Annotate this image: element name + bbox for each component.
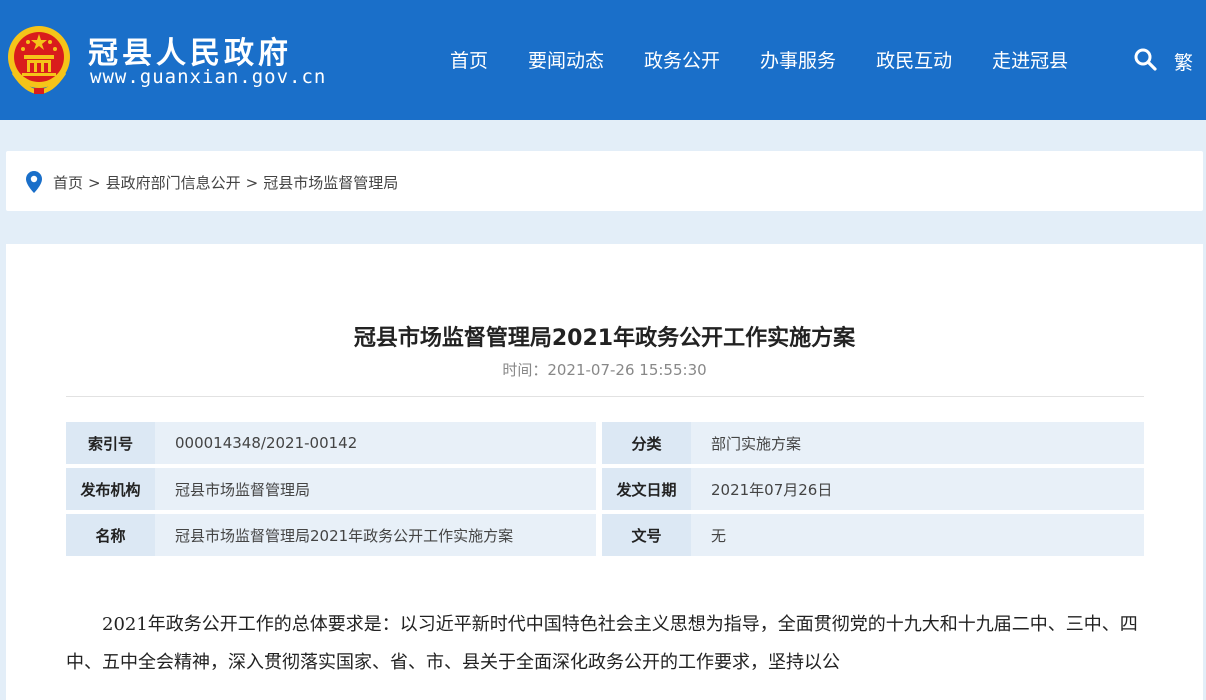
article-panel: 冠县市场监督管理局2021年政务公开工作实施方案 时间：2021-07-26 1… [6,244,1203,700]
category-label: 分类 [602,422,691,464]
breadcrumb-dept-info[interactable]: 县政府部门信息公开 [106,172,241,193]
nav-item-services[interactable]: 办事服务 [760,46,836,73]
nav-item-news[interactable]: 要闻动态 [528,46,604,73]
article-body: 2021年政务公开工作的总体要求是：以习近平新时代中国特色社会主义思想为指导，全… [66,614,1138,673]
nav-item-home[interactable]: 首页 [450,46,488,73]
main-nav: 首页 要闻动态 政务公开 办事服务 政民互动 走进冠县 [430,46,1088,73]
issue-date-label: 发文日期 [602,468,691,510]
time-label: 时间： [502,361,548,379]
nav-item-gov-affairs[interactable]: 政务公开 [644,46,720,73]
table-row: 发布机构 冠县市场监督管理局 发文日期 2021年07月26日 [66,468,1144,510]
name-value: 冠县市场监督管理局2021年政务公开工作实施方案 [155,514,596,556]
index-label: 索引号 [66,422,155,464]
site-url: www.guanxian.gov.cn [90,66,327,88]
article-time: 时间：2021-07-26 15:55:30 [6,359,1203,380]
breadcrumb-current[interactable]: 冠县市场监督管理局 [263,172,398,193]
divider [66,396,1144,397]
traditional-chinese-toggle[interactable]: 繁 [1174,48,1193,75]
breadcrumb-separator: > [88,173,101,192]
time-value: 2021-07-26 15:55:30 [547,361,707,379]
site-header: 冠县人民政府 www.guanxian.gov.cn 首页 要闻动态 政务公开 … [0,0,1206,120]
breadcrumb-separator: > [245,173,259,192]
name-label: 名称 [66,514,155,556]
document-meta-table: 索引号 000014348/2021-00142 分类 部门实施方案 发布机构 … [66,418,1144,560]
index-value: 000014348/2021-00142 [155,422,596,464]
category-value: 部门实施方案 [691,422,1144,464]
article-title: 冠县市场监督管理局2021年政务公开工作实施方案 [353,326,856,351]
nav-item-interaction[interactable]: 政民互动 [876,46,952,73]
issue-date-value: 2021年07月26日 [691,468,1144,510]
location-pin-icon [26,171,42,193]
publisher-label: 发布机构 [66,468,155,510]
publisher-value: 冠县市场监督管理局 [155,468,596,510]
nav-item-about[interactable]: 走进冠县 [992,46,1068,73]
breadcrumb: 首页 > 县政府部门信息公开 > 冠县市场监督管理局 [53,172,398,193]
table-row: 名称 冠县市场监督管理局2021年政务公开工作实施方案 文号 无 [66,514,1144,556]
doc-number-label: 文号 [602,514,691,556]
breadcrumb-bar: 首页 > 县政府部门信息公开 > 冠县市场监督管理局 [6,151,1203,211]
doc-number-value: 无 [691,514,1144,556]
breadcrumb-home[interactable]: 首页 [53,172,83,193]
national-emblem-icon[interactable] [6,22,72,96]
search-icon[interactable] [1133,47,1157,71]
table-row: 索引号 000014348/2021-00142 分类 部门实施方案 [66,422,1144,464]
